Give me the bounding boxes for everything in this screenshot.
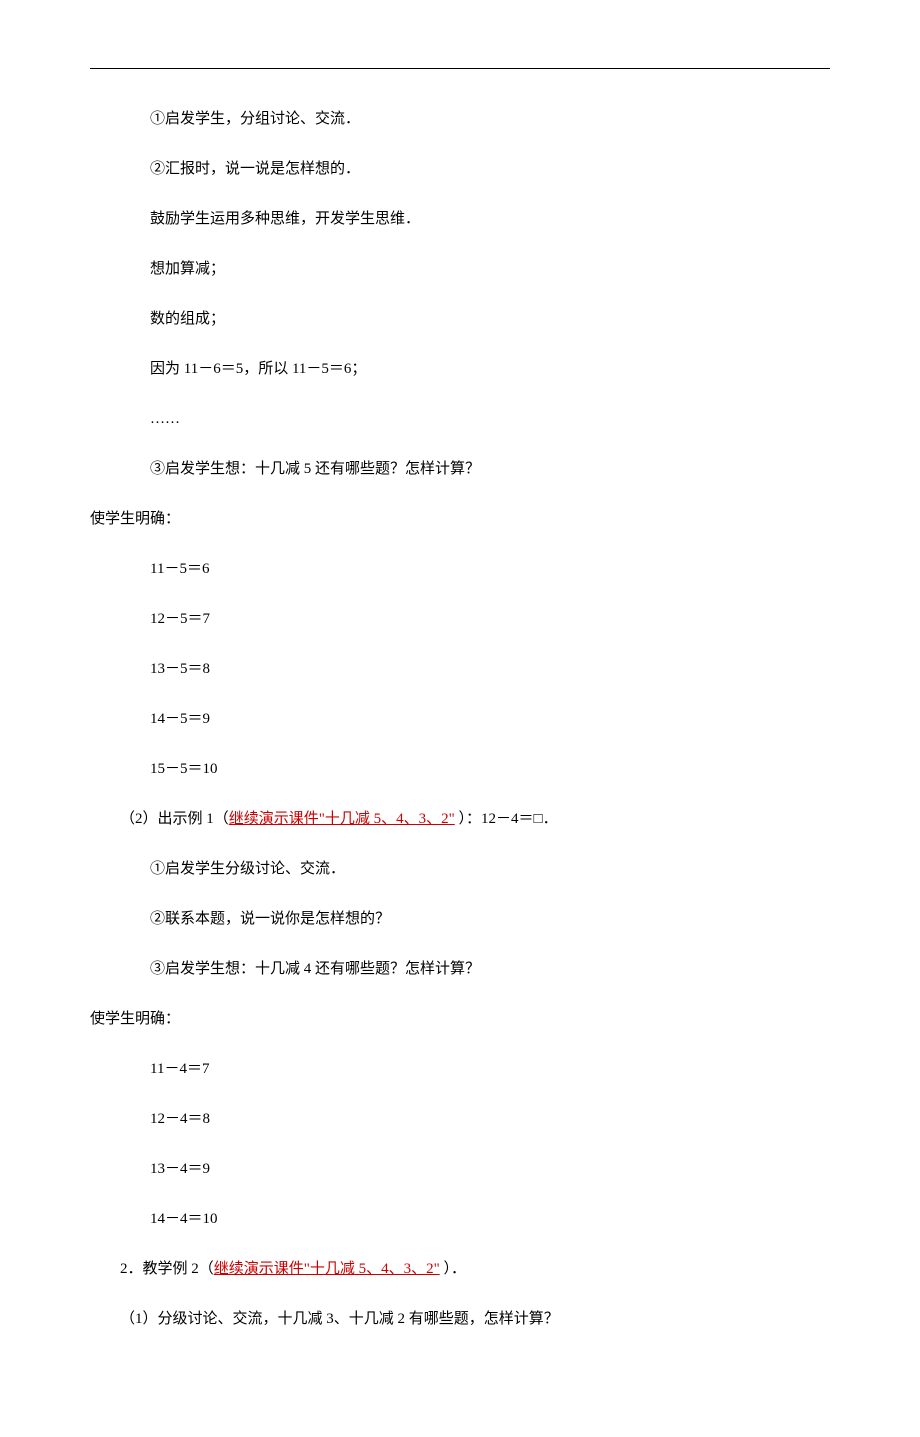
paragraph: 使学生明确： <box>90 507 830 531</box>
paragraph: 想加算减； <box>90 257 830 281</box>
equation: 11－5＝6 <box>90 557 830 581</box>
text-run: ）：12－4＝□． <box>455 811 558 827</box>
text-run: 2．教学例 2（ <box>120 1261 214 1277</box>
equation: 13－4＝9 <box>90 1157 830 1181</box>
paragraph: 鼓励学生运用多种思维，开发学生思维． <box>90 207 830 231</box>
courseware-link[interactable]: 继续演示课件"十几减 5、4、3、2" <box>214 1261 440 1277</box>
paragraph: 使学生明确： <box>90 1007 830 1031</box>
paragraph: ①启发学生分级讨论、交流． <box>90 857 830 881</box>
paragraph: （2）出示例 1（继续演示课件"十几减 5、4、3、2" ）：12－4＝□． <box>90 807 830 831</box>
equation: 11－4＝7 <box>90 1057 830 1081</box>
paragraph: ①启发学生，分组讨论、交流． <box>90 107 830 131</box>
header-divider <box>90 68 830 69</box>
paragraph: 因为 11－6＝5，所以 11－5＝6； <box>90 357 830 381</box>
text-run: （2）出示例 1（ <box>120 811 229 827</box>
equation: 15－5＝10 <box>90 757 830 781</box>
paragraph: 数的组成； <box>90 307 830 331</box>
paragraph: ③启发学生想：十几减 4 还有哪些题？怎样计算？ <box>90 957 830 981</box>
paragraph: 2．教学例 2（继续演示课件"十几减 5、4、3、2" ）． <box>90 1257 830 1281</box>
paragraph: （1）分级讨论、交流，十几减 3、十几减 2 有哪些题，怎样计算？ <box>90 1307 830 1331</box>
equation: 13－5＝8 <box>90 657 830 681</box>
document-page: ①启发学生，分组讨论、交流． ②汇报时，说一说是怎样想的． 鼓励学生运用多种思维… <box>0 0 920 1437</box>
equation: 12－4＝8 <box>90 1107 830 1131</box>
equation: 14－5＝9 <box>90 707 830 731</box>
paragraph: ②联系本题，说一说你是怎样想的？ <box>90 907 830 931</box>
text-run: ）． <box>440 1261 466 1277</box>
paragraph: ③启发学生想：十几减 5 还有哪些题？怎样计算？ <box>90 457 830 481</box>
courseware-link[interactable]: 继续演示课件"十几减 5、4、3、2" <box>229 811 455 827</box>
equation: 14－4＝10 <box>90 1207 830 1231</box>
paragraph: ②汇报时，说一说是怎样想的． <box>90 157 830 181</box>
paragraph: …… <box>90 407 830 431</box>
equation: 12－5＝7 <box>90 607 830 631</box>
